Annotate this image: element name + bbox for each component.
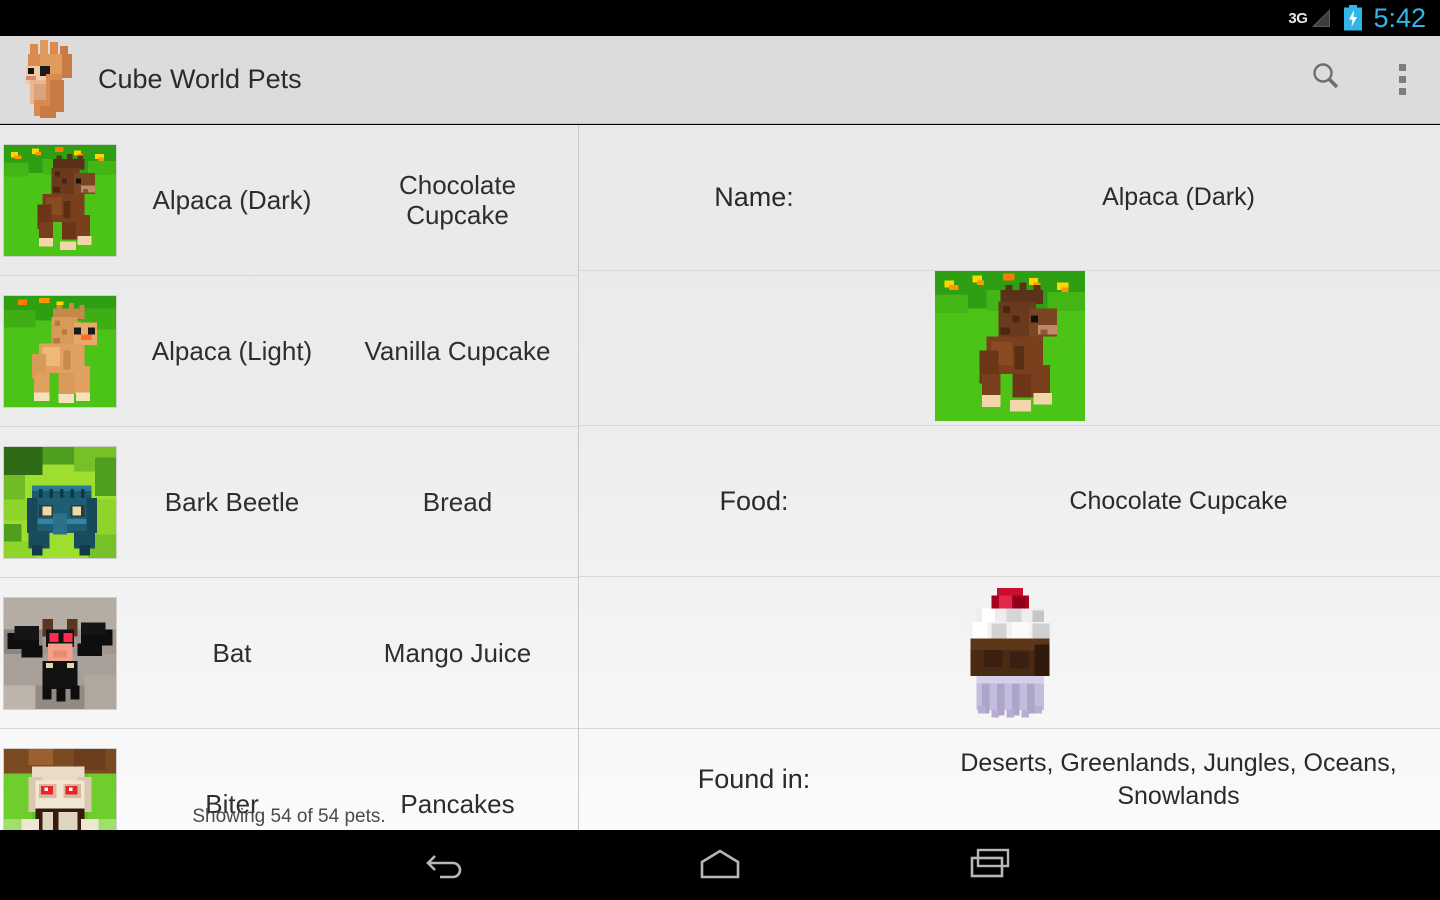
- list-item-food: Pancakes: [400, 788, 515, 819]
- list-item[interactable]: Bark Beetle Bread: [0, 427, 578, 578]
- detail-row-name: Name: Alpaca (Dark): [579, 125, 1440, 271]
- biter-thumb: [3, 747, 117, 830]
- list-item-food: Bread: [422, 486, 493, 517]
- detail-food-value: Chocolate Cupcake: [1069, 486, 1288, 515]
- back-button[interactable]: [401, 830, 497, 900]
- list-item-name: Alpaca (Light): [151, 335, 313, 366]
- alpaca-dark-thumb: [3, 143, 117, 257]
- detail-found-value: Deserts, Greenlands, Jungles, Oceans, Sn…: [960, 749, 1397, 810]
- detail-food-label: Food:: [719, 485, 789, 516]
- battery-charging-icon: [1343, 5, 1363, 31]
- recents-button[interactable]: [943, 830, 1039, 900]
- back-icon: [426, 846, 472, 885]
- list-item-name: Alpaca (Dark): [152, 184, 312, 215]
- list-item-food: Vanilla Cupcake: [364, 335, 551, 366]
- device-screen: 3G 5:42 Cube World Pets Alpaca (Dark) Ch…: [0, 0, 1440, 900]
- list-item-name: Bark Beetle: [164, 486, 300, 517]
- bark-beetle-thumb: [3, 445, 117, 559]
- alpaca-light-thumb: [3, 294, 117, 408]
- detail-row-food: Food: Chocolate Cupcake: [579, 426, 1440, 577]
- detail-name-label: Name:: [714, 182, 794, 212]
- search-icon: [1309, 60, 1343, 99]
- alpaca-head-icon: [22, 39, 84, 120]
- bat-thumb: [3, 596, 117, 710]
- list-item-food: Chocolate Cupcake: [398, 169, 517, 230]
- list-item-name: Biter: [205, 788, 259, 819]
- home-icon: [696, 846, 744, 885]
- chocolate-cupcake-image: [950, 587, 1070, 718]
- list-item-food: Mango Juice: [383, 637, 532, 668]
- system-navigation-bar: [0, 830, 1440, 900]
- list-item[interactable]: Alpaca (Dark) Chocolate Cupcake: [0, 125, 578, 276]
- list-item[interactable]: Alpaca (Light) Vanilla Cupcake: [0, 276, 578, 427]
- detail-row-found-in: Found in: Deserts, Greenlands, Jungles, …: [579, 729, 1440, 830]
- search-button[interactable]: [1288, 36, 1364, 124]
- detail-row-pet-image: [579, 270, 1440, 426]
- list-item[interactable]: Biter Pancakes: [0, 729, 578, 830]
- pet-list[interactable]: Alpaca (Dark) Chocolate Cupcake Alpaca (…: [0, 125, 578, 830]
- alpaca-dark-image: [934, 270, 1085, 426]
- home-button[interactable]: [672, 830, 768, 900]
- network-type-label: 3G: [1288, 9, 1308, 27]
- detail-row-food-image: [579, 577, 1440, 729]
- signal-bars-icon: [1309, 8, 1331, 28]
- recents-icon: [968, 846, 1014, 885]
- detail-found-label: Found in:: [697, 764, 811, 794]
- clock-label: 5:42: [1373, 2, 1426, 33]
- action-bar: Cube World Pets: [0, 36, 1440, 124]
- detail-name-value: Alpaca (Dark): [1102, 183, 1255, 212]
- overflow-menu-button[interactable]: [1364, 36, 1440, 124]
- list-item[interactable]: Bat Mango Juice: [0, 578, 578, 729]
- status-bar: 3G 5:42: [0, 0, 1440, 36]
- overflow-menu-icon: [1398, 64, 1406, 95]
- app-title: Cube World Pets: [98, 64, 302, 94]
- list-item-name: Bat: [212, 637, 252, 668]
- pet-detail-panel: Name: Alpaca (Dark) Food: Chocolate Cupc…: [579, 125, 1440, 830]
- content-area: Alpaca (Dark) Chocolate Cupcake Alpaca (…: [0, 125, 1440, 830]
